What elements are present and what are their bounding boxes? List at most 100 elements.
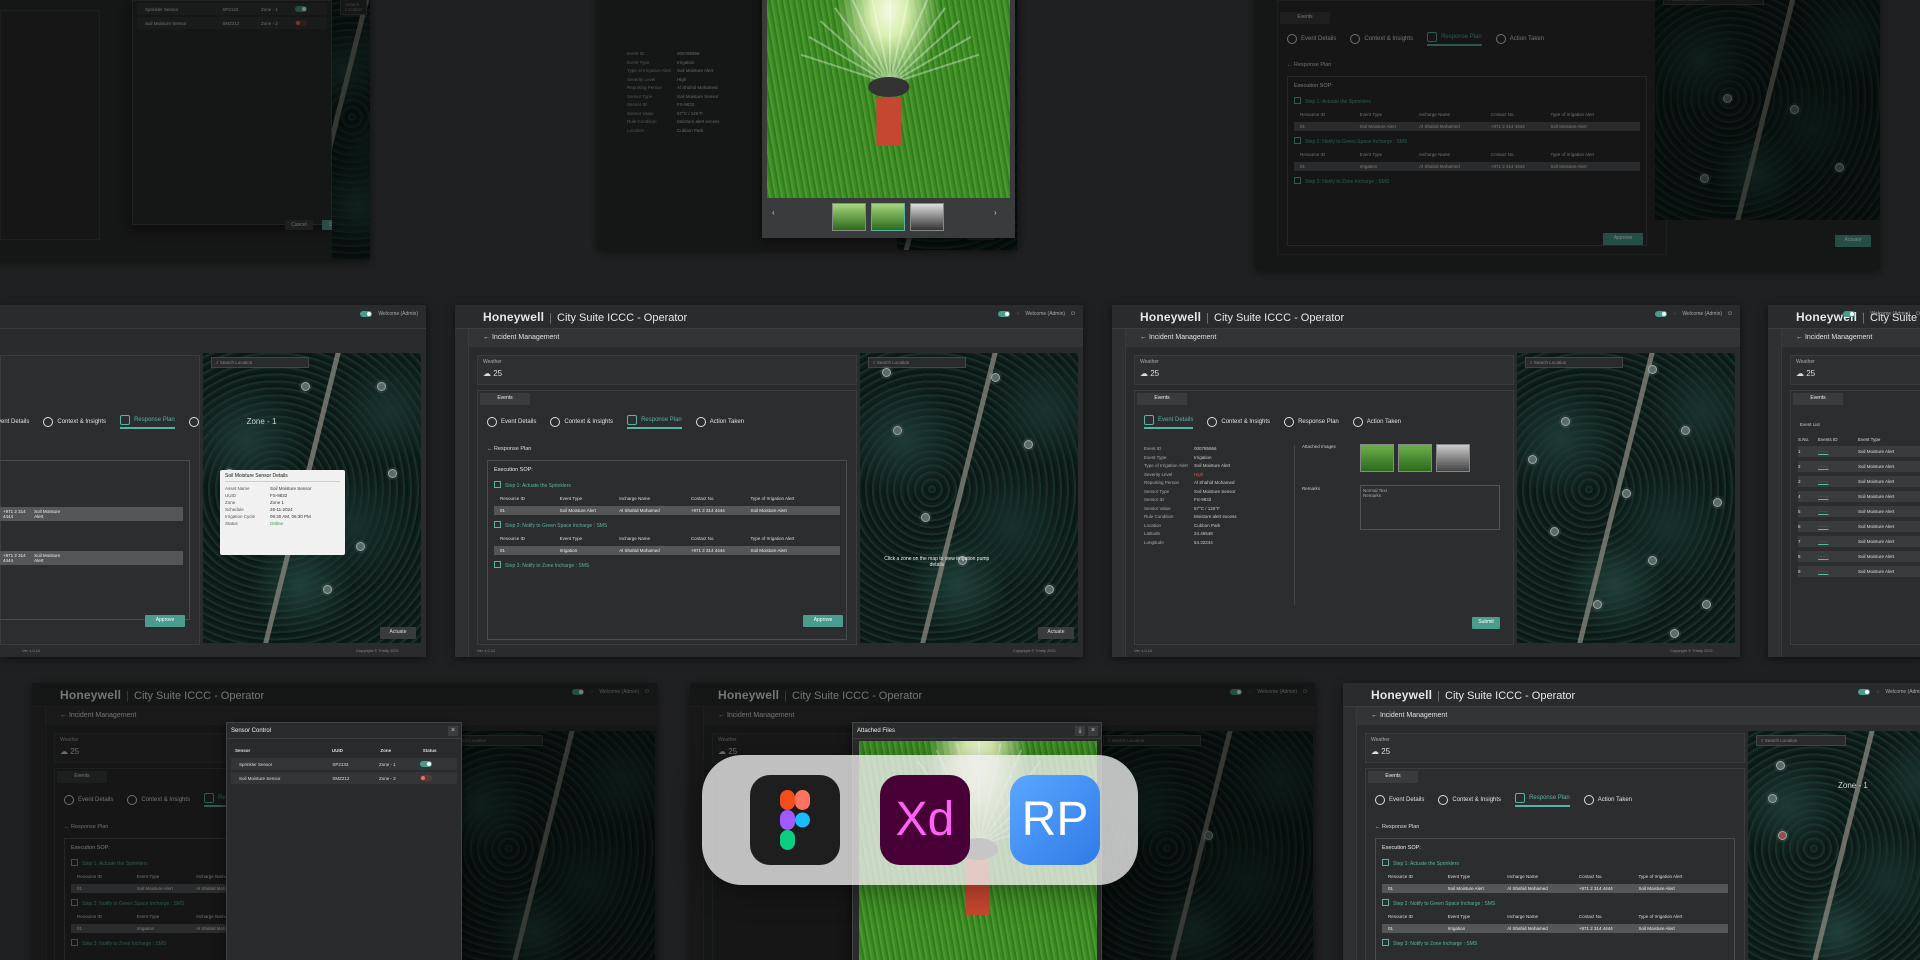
satellite-map[interactable]: ⌕ Search Location <box>332 0 370 260</box>
map-pin-icon[interactable] <box>1776 761 1785 770</box>
map-pin-icon[interactable] <box>355 541 365 551</box>
sop-step[interactable]: Step 2: Notify to Green Space Incharge :… <box>1294 137 1640 145</box>
tab-event-details[interactable]: Event Details <box>1287 34 1336 44</box>
map-pin-icon[interactable] <box>301 382 311 391</box>
map-pin-icon[interactable] <box>1700 174 1709 183</box>
map-pin-icon[interactable] <box>1647 364 1657 374</box>
tab-context-insights[interactable]: Context & Insights <box>1207 417 1270 427</box>
theme-toggle[interactable] <box>1858 689 1871 695</box>
tab-action-taken[interactable]: Action Taken <box>1583 795 1632 805</box>
cancel-button[interactable]: Cancel <box>285 220 313 230</box>
next-arrow-icon[interactable]: › <box>994 208 997 217</box>
events-tab[interactable]: Events <box>480 393 530 405</box>
table-row[interactable]: 4 ······· Soil Moisture Alert <box>1798 491 1920 502</box>
tab-event-details[interactable]: Event Details <box>64 795 113 805</box>
sop-step[interactable]: Step 2: Notify to Green Space Incharge :… <box>1382 899 1728 907</box>
map-search-input[interactable]: ⌕ Search Location <box>211 357 310 368</box>
map-pin-icon[interactable] <box>377 382 387 391</box>
map-pin-icon[interactable] <box>881 367 891 377</box>
back-arrow-icon[interactable]: ← <box>1371 712 1380 719</box>
map-search-input[interactable]: ⌕ Search Location <box>1756 735 1846 746</box>
tab-response-plan[interactable]: Response Plan <box>627 415 682 429</box>
attached-image-thumb[interactable] <box>1360 444 1394 472</box>
tab-context-insights[interactable]: Context & Insights <box>550 417 613 427</box>
events-tab[interactable]: Events <box>1137 393 1187 405</box>
response-plan-back[interactable]: ← Response Plan <box>1287 62 1331 68</box>
theme-toggle[interactable] <box>1843 311 1856 317</box>
table-row[interactable]: 3 ······· Soil Moisture Alert <box>1798 476 1920 487</box>
power-icon[interactable]: ⏻ <box>1916 311 1920 317</box>
tab-action-taken[interactable]: Action Taken <box>1352 417 1401 427</box>
satellite-map[interactable]: ⌕ Search Location Click a zone on the map… <box>860 353 1078 643</box>
response-plan-back[interactable]: ← Response Plan <box>487 446 531 452</box>
map-pin-icon[interactable] <box>1680 425 1690 435</box>
attached-image-thumb[interactable] <box>1398 444 1432 472</box>
map-pin-icon[interactable] <box>990 373 1000 383</box>
download-icon[interactable]: ⤓ <box>1075 726 1085 736</box>
power-icon[interactable]: ⏻ <box>1071 311 1075 317</box>
close-icon[interactable]: × <box>448 726 458 736</box>
map-pin-icon[interactable] <box>921 512 931 522</box>
attached-image-thumb[interactable] <box>910 203 944 231</box>
events-tab[interactable]: Events <box>57 771 107 783</box>
theme-toggle[interactable] <box>360 311 373 317</box>
sensor-status-toggle[interactable] <box>419 775 432 781</box>
tab-response-plan[interactable]: Response Plan <box>1515 793 1570 807</box>
map-pin-icon[interactable] <box>1549 527 1559 536</box>
bulb-icon[interactable]: ◌ <box>1248 689 1251 695</box>
back-arrow-icon[interactable]: ← <box>60 712 69 719</box>
map-pin-icon[interactable] <box>892 425 902 435</box>
back-arrow-icon[interactable]: ← <box>1796 334 1805 341</box>
table-row[interactable]: 5 ······· Soil Moisture Alert <box>1798 506 1920 517</box>
tab-context-insights[interactable]: Context & Insights <box>43 417 106 427</box>
sop-step[interactable]: Step 3: Notify to Zone Incharge : SMS <box>494 561 840 569</box>
map-search-input[interactable]: ⌕ Search Location <box>1525 357 1624 368</box>
sensor-status-toggle[interactable] <box>419 761 432 767</box>
map-pin-icon[interactable] <box>1835 162 1844 172</box>
map-pin-icon[interactable] <box>1560 416 1570 426</box>
tab-action-taken[interactable]: Action Taken <box>695 417 744 427</box>
bulb-icon[interactable]: ◌ <box>1876 689 1879 695</box>
approve-button[interactable]: Approve <box>1603 233 1643 245</box>
map-pin-icon[interactable] <box>1790 105 1799 114</box>
approve-button[interactable]: Approve <box>803 615 843 627</box>
sensor-status-toggle[interactable] <box>294 20 307 26</box>
bulb-icon[interactable]: ◌ <box>1861 311 1864 317</box>
response-plan-back[interactable]: ← Response Plan <box>1375 824 1419 830</box>
map-search-input[interactable]: ⌕ Search Location <box>340 0 367 15</box>
actuate-button[interactable]: Actuate <box>1835 235 1871 247</box>
map-pin-icon[interactable] <box>1647 556 1657 565</box>
tab-context-insights[interactable]: Context & Insights <box>1350 34 1413 44</box>
attached-image-thumb[interactable] <box>871 203 905 231</box>
table-row[interactable]: 6 ······· Soil Moisture Alert <box>1798 521 1920 532</box>
approve-button[interactable]: Approve <box>145 615 185 627</box>
bulb-icon[interactable]: ◌ <box>1016 311 1019 317</box>
theme-toggle[interactable] <box>998 311 1011 317</box>
map-pin-icon[interactable] <box>1768 793 1777 803</box>
user-menu[interactable]: Welcome (Admin) <box>1870 311 1910 317</box>
remarks-editor[interactable]: Normal Text Remarks <box>1360 485 1500 530</box>
table-row[interactable]: 2 ······· Soil Moisture Alert <box>1798 461 1920 472</box>
tab-action-taken[interactable]: Action Taken <box>1495 34 1544 44</box>
sensor-status-toggle[interactable] <box>294 6 307 12</box>
tab-response-plan[interactable]: Response Plan <box>1284 417 1339 427</box>
map-pin-icon[interactable] <box>1527 454 1537 464</box>
map-pin-icon[interactable] <box>1045 585 1055 594</box>
power-icon[interactable]: ⏻ <box>1728 311 1732 317</box>
sop-step[interactable]: Step 1: Actuate the Sprinklers <box>1382 859 1728 867</box>
actuate-button[interactable]: Actuate <box>380 627 416 639</box>
attached-image-thumb[interactable] <box>1436 444 1470 472</box>
satellite-map[interactable]: ⌕ Search Location <box>1655 0 1880 220</box>
user-menu[interactable]: Welcome (Admin) <box>1025 311 1065 317</box>
tab-event-details[interactable]: Event Details <box>1144 415 1194 429</box>
table-row[interactable]: 7 ······· Soil Moisture Alert <box>1798 536 1920 547</box>
user-menu[interactable]: Welcome (Admin) <box>378 311 418 317</box>
sop-step[interactable]: Step 3: Notify to Zone Incharge : SMS <box>1294 177 1640 185</box>
events-tab[interactable]: Events <box>1793 393 1843 405</box>
map-search-input[interactable]: ⌕ Search Location <box>868 357 967 368</box>
table-row[interactable]: 1 ······· Soil Moisture Alert <box>1798 446 1920 457</box>
map-pin-icon[interactable] <box>388 469 398 478</box>
map-pin-icon[interactable] <box>1023 440 1033 449</box>
user-menu[interactable]: Welcome (Admin) <box>1257 689 1297 695</box>
table-row[interactable]: 9 ······· Soil Moisture Alert <box>1798 566 1920 577</box>
